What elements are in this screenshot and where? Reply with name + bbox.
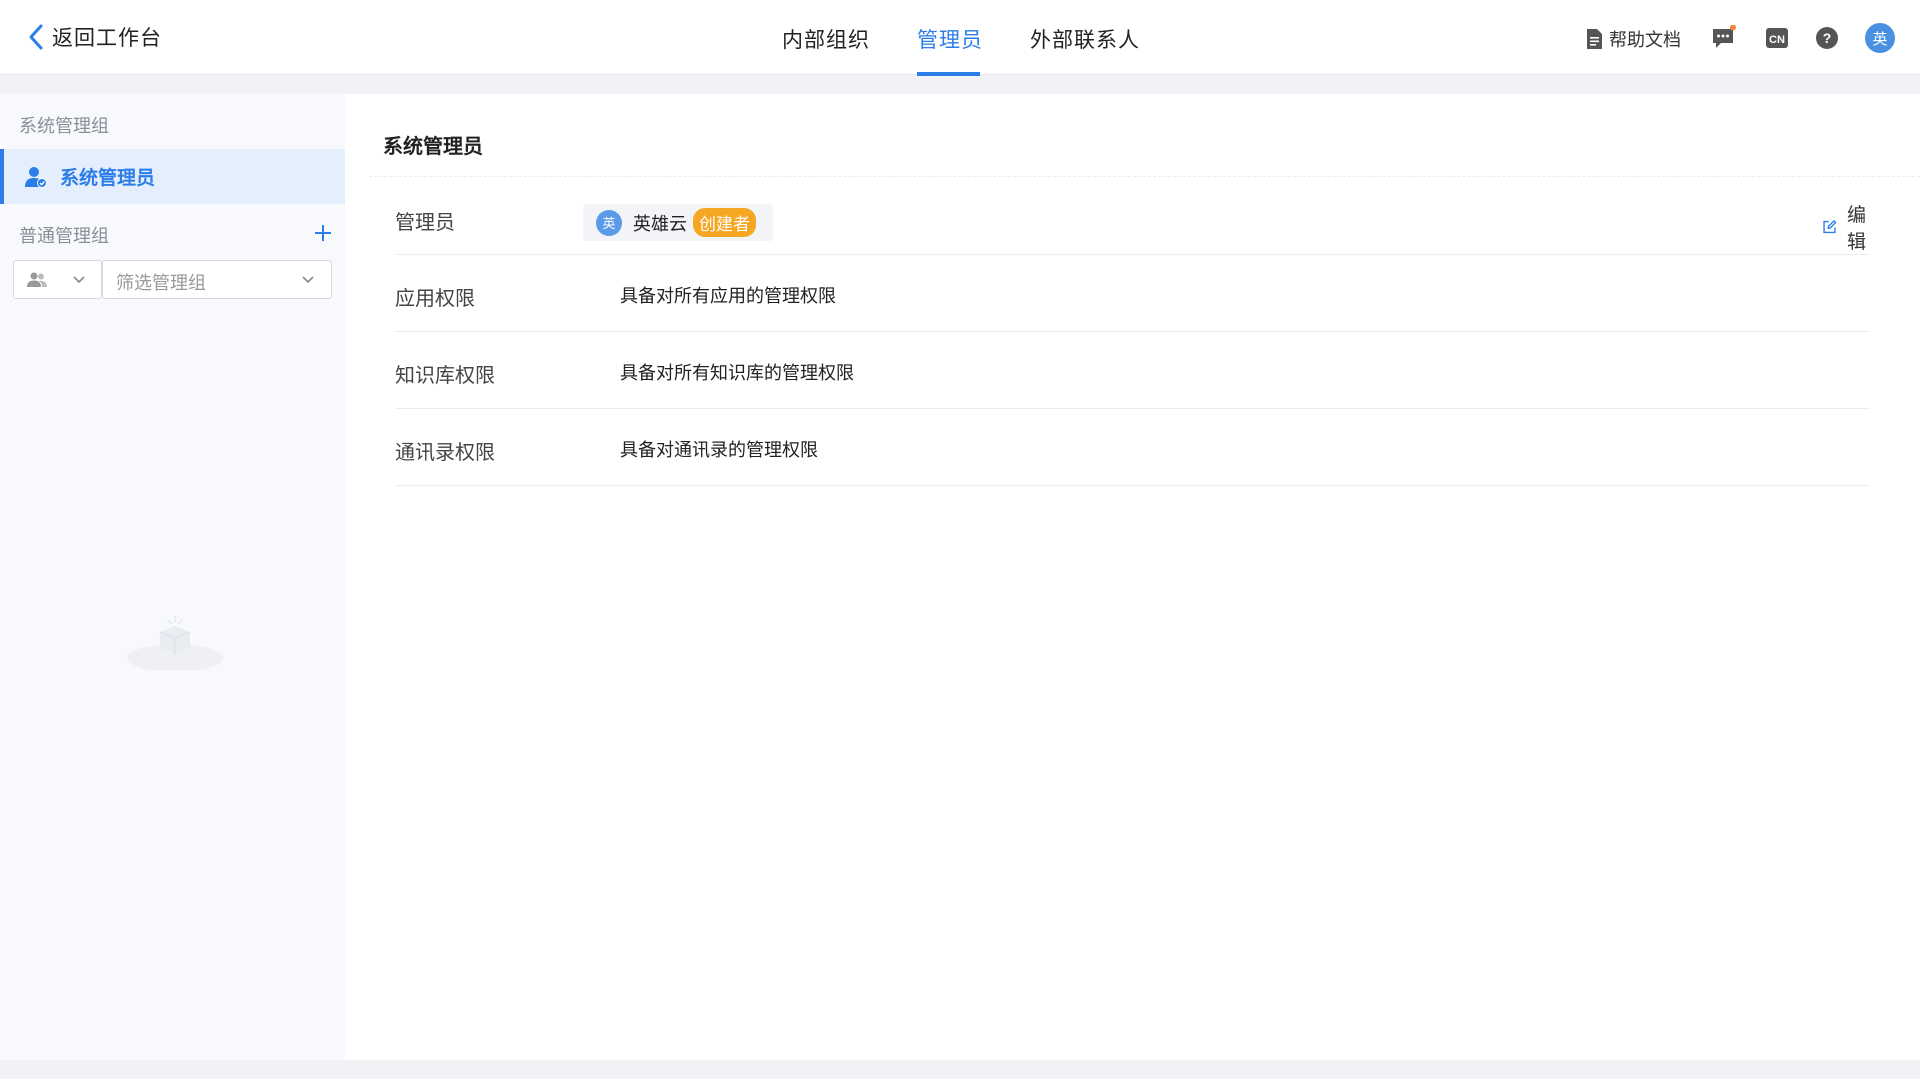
sidebar: 系统管理组 系统管理员 普通管理组 筛选管理组 — [0, 94, 345, 1060]
language-cn-icon: CN — [1766, 28, 1788, 48]
tab-external-contacts[interactable]: 外部联系人 — [1030, 24, 1140, 54]
edit-label: 编辑 — [1847, 204, 1867, 253]
chevron-left-icon — [29, 24, 43, 50]
admin-avatar: 英 — [596, 209, 622, 236]
normal-group-title: 普通管理组 — [19, 226, 109, 247]
admin-row: 管理员 英 英雄云 创建者 编辑 — [395, 178, 1870, 255]
main-panel: 系统管理员 管理员 英 英雄云 创建者 编辑 应用权限 具备对所有应用的管理权限… — [345, 94, 1920, 1060]
edit-button[interactable]: 编辑 — [1822, 200, 1873, 254]
help-button[interactable]: ? — [1815, 26, 1839, 54]
svg-text:CN: CN — [1769, 34, 1785, 46]
question-icon: ? — [1816, 27, 1838, 49]
group-filter-placeholder: 筛选管理组 — [116, 273, 206, 294]
admin-name: 英雄云 — [633, 213, 687, 235]
permission-label: 知识库权限 — [395, 363, 495, 387]
permission-value: 具备对所有知识库的管理权限 — [620, 363, 854, 384]
creator-badge: 创建者 — [693, 208, 756, 237]
permission-label: 通讯录权限 — [395, 440, 495, 464]
user-avatar[interactable]: 英 — [1865, 23, 1895, 53]
users-icon — [27, 272, 47, 287]
help-doc-label: 帮助文档 — [1609, 30, 1681, 51]
permission-label: 应用权限 — [395, 286, 475, 310]
admin-chip: 英 英雄云 创建者 — [583, 204, 773, 241]
page-title: 系统管理员 — [383, 134, 483, 158]
chevron-down-icon — [302, 276, 314, 284]
tab-internal-org[interactable]: 内部组织 — [782, 24, 870, 54]
permission-value: 具备对所有应用的管理权限 — [620, 286, 836, 307]
admin-row-label: 管理员 — [395, 210, 455, 234]
messages-button[interactable] — [1711, 24, 1737, 55]
sidebar-item-system-admin[interactable]: 系统管理员 — [0, 149, 345, 204]
active-tab-indicator — [917, 72, 980, 76]
group-filter-select[interactable]: 筛选管理组 — [102, 260, 332, 299]
group-type-select[interactable] — [13, 260, 102, 299]
document-icon — [1587, 29, 1602, 49]
system-group-title: 系统管理组 — [19, 116, 109, 137]
sidebar-item-label: 系统管理员 — [60, 167, 156, 189]
back-label: 返回工作台 — [52, 26, 162, 50]
back-to-workbench-button[interactable]: 返回工作台 — [26, 22, 162, 52]
edit-icon — [1823, 220, 1837, 234]
title-divider — [369, 176, 1920, 177]
empty-box-illustration — [120, 610, 230, 674]
bottom-strip — [0, 1060, 1920, 1079]
permission-row: 应用权限 具备对所有应用的管理权限 — [395, 255, 1870, 332]
message-icon — [1713, 24, 1736, 48]
admin-user-icon — [25, 166, 47, 188]
plus-icon — [315, 225, 331, 241]
permission-row: 通讯录权限 具备对通讯录的管理权限 — [395, 409, 1870, 486]
permission-row: 知识库权限 具备对所有知识库的管理权限 — [395, 332, 1870, 409]
language-button[interactable]: CN — [1765, 27, 1789, 53]
tab-admins[interactable]: 管理员 — [917, 24, 983, 54]
add-group-button[interactable] — [312, 222, 334, 244]
chevron-down-icon — [73, 276, 85, 284]
svg-text:?: ? — [1823, 30, 1832, 46]
top-header: 返回工作台 内部组织 管理员 外部联系人 帮助文档 CN ? 英 — [0, 0, 1920, 76]
permission-value: 具备对通讯录的管理权限 — [620, 440, 818, 461]
help-doc-button[interactable]: 帮助文档 — [1585, 26, 1681, 52]
